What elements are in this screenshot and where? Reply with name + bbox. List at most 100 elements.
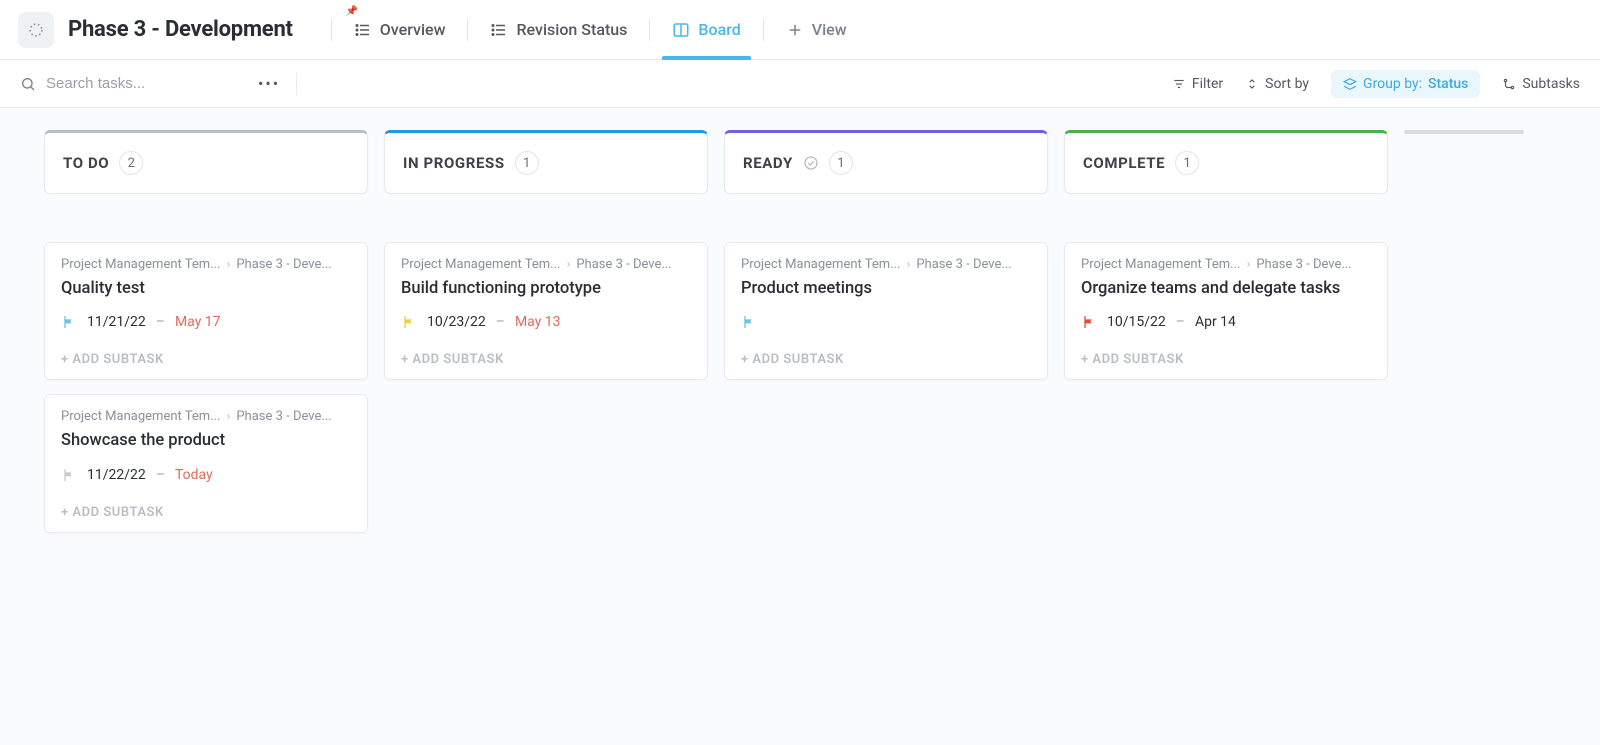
add-subtask-button[interactable]: + ADD SUBTASK (741, 352, 1031, 367)
breadcrumb-leaf: Phase 3 - Deve... (576, 257, 671, 272)
sort-icon (1245, 77, 1259, 91)
card-breadcrumb[interactable]: Project Management Tem...›Phase 3 - Deve… (401, 257, 691, 272)
column-count: 1 (1175, 151, 1199, 175)
board-icon (672, 21, 690, 39)
page-title[interactable]: Phase 3 - Development (68, 17, 293, 42)
groupby-button[interactable]: Group by: Status (1331, 70, 1480, 98)
sort-button[interactable]: Sort by (1245, 76, 1309, 92)
groupby-value: Status (1428, 76, 1468, 92)
column-count: 1 (829, 151, 853, 175)
separator (296, 73, 297, 95)
card-dates: 10/23/22–May 13 (401, 314, 691, 330)
list-icon (490, 21, 508, 39)
column-header[interactable]: COMPLETE 1 (1064, 130, 1388, 194)
board-column-complete: COMPLETE1Project Management Tem...›Phase… (1064, 130, 1388, 380)
column-name: IN PROGRESS (403, 154, 505, 172)
search-wrap (20, 75, 246, 92)
column-header[interactable]: READY 1 (724, 130, 1048, 194)
sort-label: Sort by (1265, 76, 1309, 92)
card-breadcrumb[interactable]: Project Management Tem... › Phase 3 - Deve… (61, 409, 351, 424)
top-bar: Phase 3 - Development 📌 Overview Revisio… (0, 0, 1600, 60)
tab-add-view[interactable]: View (776, 0, 857, 59)
breadcrumb-root: Project Management Tem... (61, 257, 220, 272)
task-card[interactable]: Project Management Tem...›Phase 3 - Deve… (1064, 242, 1388, 380)
tab-label: Board (698, 20, 740, 39)
tab-overview[interactable]: 📌 Overview (344, 0, 456, 59)
add-subtask-button[interactable]: + ADD SUBTASK (61, 352, 351, 367)
dash: – (156, 314, 165, 330)
board-column-progress: IN PROGRESS1 Project Management Tem...›Ph… (384, 130, 708, 380)
filter-button[interactable]: Filter (1172, 76, 1223, 92)
due-date: May 17 (175, 314, 221, 330)
groupby-label: Group by: (1363, 76, 1422, 92)
column-cards: Project Management Tem...›Phase 3 - Deve… (724, 242, 1048, 380)
list-icon (354, 21, 372, 39)
tab-revision-status[interactable]: Revision Status (480, 0, 637, 59)
start-date: 10/15/22 (1107, 314, 1166, 330)
add-subtask-button[interactable]: + ADD SUBTASK (61, 505, 351, 520)
card-dates: 10/15/22–Apr 14 (1081, 314, 1371, 330)
column-count: 2 (119, 151, 143, 175)
subtasks-icon (1502, 77, 1516, 91)
board-scroll[interactable]: TO DO 2 Project Management Tem... › Phase 3 … (0, 108, 1600, 745)
chevron-right-icon: › (226, 409, 230, 424)
space-icon[interactable] (18, 12, 54, 48)
column-name: COMPLETE (1083, 154, 1165, 172)
task-card[interactable]: Project Management Tem...›Phase 3 - Deve… (384, 242, 708, 380)
tab-label: Revision Status (516, 20, 627, 39)
column-name: READY (743, 154, 793, 172)
column-cards: Project Management Tem...›Phase 3 - Deve… (384, 242, 708, 380)
column-name: TO DO (63, 154, 109, 172)
task-card[interactable]: Project Management Tem... › Phase 3 - Deve… (44, 394, 368, 532)
board-column-ready: READY1Project Management Tem...›Phase 3 … (724, 130, 1048, 380)
chevron-right-icon: › (906, 257, 910, 272)
card-title: Showcase the product (61, 430, 351, 452)
chevron-right-icon: › (226, 257, 230, 272)
breadcrumb-root: Project Management Tem... (401, 257, 560, 272)
chevron-right-icon: › (1246, 257, 1250, 272)
subtasks-label: Subtasks (1522, 76, 1580, 92)
column-cards: Project Management Tem... › Phase 3 - Deve… (44, 242, 368, 533)
separator (331, 19, 332, 41)
board-column-todo: TO DO 2 Project Management Tem... › Phase 3 … (44, 130, 368, 533)
add-column-placeholder[interactable] (1404, 130, 1524, 134)
search-icon (20, 76, 36, 92)
dash: – (156, 467, 165, 483)
breadcrumb-root: Project Management Tem... (61, 409, 220, 424)
card-title: Quality test (61, 278, 351, 300)
flag-icon (61, 314, 77, 330)
card-breadcrumb[interactable]: Project Management Tem... › Phase 3 - Deve… (61, 257, 351, 272)
flag-icon (401, 314, 417, 330)
dash: – (1176, 314, 1185, 330)
tab-strip: 📌 Overview Revision Status Board View (319, 0, 857, 59)
dash: – (496, 314, 505, 330)
breadcrumb-root: Project Management Tem... (1081, 257, 1240, 272)
task-card[interactable]: Project Management Tem... › Phase 3 - Deve… (44, 242, 368, 380)
subtasks-button[interactable]: Subtasks (1502, 76, 1580, 92)
toolbar-right: Filter Sort by Group by: Status Subtasks (1172, 70, 1580, 98)
card-breadcrumb[interactable]: Project Management Tem...›Phase 3 - Deve… (1081, 257, 1371, 272)
breadcrumb-leaf: Phase 3 - Deve... (236, 257, 331, 272)
add-subtask-button[interactable]: + ADD SUBTASK (1081, 352, 1371, 367)
more-menu[interactable]: ••• (258, 74, 280, 93)
column-header[interactable]: IN PROGRESS1 (384, 130, 708, 194)
due-date: Today (175, 467, 213, 483)
add-subtask-button[interactable]: + ADD SUBTASK (401, 352, 691, 367)
start-date: 10/23/22 (427, 314, 486, 330)
tab-board[interactable]: Board (662, 0, 750, 59)
separator (649, 19, 650, 41)
card-dates (741, 314, 1031, 330)
task-card[interactable]: Project Management Tem...›Phase 3 - Deve… (724, 242, 1048, 380)
breadcrumb-root: Project Management Tem... (741, 257, 900, 272)
stack-icon (1343, 77, 1357, 91)
board: TO DO 2 Project Management Tem... › Phase 3 … (44, 130, 1586, 533)
card-breadcrumb[interactable]: Project Management Tem...›Phase 3 - Deve… (741, 257, 1031, 272)
check-circle-icon (803, 155, 819, 171)
column-header[interactable]: TO DO 2 (44, 130, 368, 194)
plus-icon (786, 21, 804, 39)
card-dates: 11/22/22–Today (61, 467, 351, 483)
breadcrumb-leaf: Phase 3 - Deve... (236, 409, 331, 424)
card-title: Product meetings (741, 278, 1031, 300)
search-input[interactable] (46, 75, 246, 92)
toolbar: ••• Filter Sort by Group by: Status Subt… (0, 60, 1600, 108)
